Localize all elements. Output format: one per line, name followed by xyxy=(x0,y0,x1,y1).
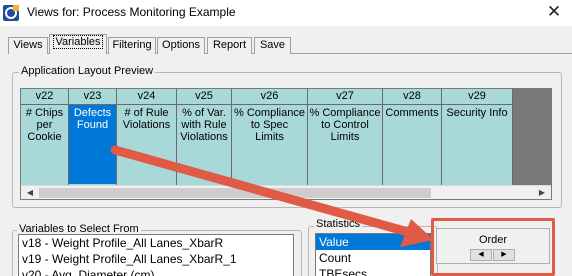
column-label-line: Violations xyxy=(180,131,228,143)
window-title: Views for: Process Monitoring Example xyxy=(27,5,236,19)
preview-empty-area xyxy=(513,89,551,185)
column-body: Defects Found xyxy=(69,105,116,184)
column-body: # of Rule Violations xyxy=(117,105,176,131)
layout-preview-label: Application Layout Preview xyxy=(19,65,156,77)
scrollbar-thumb[interactable] xyxy=(39,188,431,198)
column-body: % of Var. with Rule Violations xyxy=(177,105,231,143)
preview-horizontal-scrollbar[interactable]: ◀ ▶ xyxy=(21,185,551,199)
close-icon[interactable]: ✕ xyxy=(542,2,566,22)
tab-label: Options xyxy=(162,39,200,51)
list-item[interactable]: Count xyxy=(316,250,430,266)
column-label-line: to Spec xyxy=(250,119,289,131)
tab-filtering[interactable]: Filtering xyxy=(108,37,156,54)
column-header: v25 xyxy=(177,89,231,105)
list-item[interactable]: v19 - Weight Profile_All Lanes_XbarR_1 xyxy=(19,251,293,267)
preview-column-v25[interactable]: v25 % of Var. with Rule Violations xyxy=(177,89,232,185)
preview-column-v24[interactable]: v24 # of Rule Violations xyxy=(117,89,177,185)
column-header: v28 xyxy=(383,89,441,105)
tab-label: Report xyxy=(212,39,247,51)
tab-label: Filtering xyxy=(112,39,152,51)
statistics-list[interactable]: Value Count TBEsecs xyxy=(315,233,431,276)
preview-column-v27[interactable]: v27 % Compliance to Control Limits xyxy=(308,89,383,185)
column-header: v23 xyxy=(69,89,116,105)
column-label-line: % Compliance xyxy=(309,107,381,119)
column-label-line: with Rule xyxy=(181,119,227,131)
column-body: Comments xyxy=(383,105,441,119)
column-label-line: Violations xyxy=(122,119,171,131)
preview-column-v22[interactable]: v22 # Chips per Cookie xyxy=(21,89,69,185)
list-item[interactable]: v18 - Weight Profile_All Lanes_XbarR xyxy=(19,235,293,251)
list-item[interactable]: Value xyxy=(316,234,430,250)
preview-column-v29[interactable]: v29 Security Info xyxy=(442,89,513,185)
column-label-line: # of Rule xyxy=(124,107,169,119)
column-label-line: per xyxy=(36,119,53,131)
column-label-line: Security Info xyxy=(446,107,508,119)
column-header: v24 xyxy=(117,89,176,105)
column-label-line: # Chips xyxy=(25,107,64,119)
column-label-line: % Compliance xyxy=(234,107,305,119)
column-label-line: Limits xyxy=(255,131,284,143)
tab-variables[interactable]: Variables xyxy=(49,34,107,54)
column-body: Security Info xyxy=(442,105,512,119)
column-header: v22 xyxy=(21,89,68,105)
list-item[interactable]: v20 - Avg. Diameter (cm) xyxy=(19,267,293,276)
scroll-right-arrow-icon[interactable]: ▶ xyxy=(535,186,549,199)
column-body: # Chips per Cookie xyxy=(21,105,68,143)
tab-save[interactable]: Save xyxy=(254,37,291,54)
preview-column-v23[interactable]: v23 Defects Found xyxy=(69,89,117,185)
preview-column-v28[interactable]: v28 Comments xyxy=(383,89,442,185)
tab-label: Variables xyxy=(53,35,103,49)
tab-report[interactable]: Report xyxy=(207,37,252,54)
tab-label: Views xyxy=(13,39,43,51)
column-label-line: Found xyxy=(76,119,109,131)
column-label-line: Limits xyxy=(330,131,360,143)
app-logo-icon xyxy=(3,5,19,21)
layout-preview-grid: v22 # Chips per Cookie v23 Defects Found… xyxy=(20,88,552,200)
preview-column-v26[interactable]: v26 % Compliance to Spec Limits xyxy=(232,89,308,185)
column-body: % Compliance to Control Limits xyxy=(308,105,382,143)
column-header: v29 xyxy=(442,89,512,105)
column-body: % Compliance to Spec Limits xyxy=(232,105,307,143)
column-header: v27 xyxy=(308,89,382,105)
scroll-left-arrow-icon[interactable]: ◀ xyxy=(23,186,37,199)
column-label-line: to Control xyxy=(321,119,369,131)
column-label-line: % of Var. xyxy=(182,107,226,119)
tab-label: Save xyxy=(259,39,286,51)
statistics-group-label: Statistics xyxy=(314,218,363,230)
annotation-highlight-box xyxy=(431,218,555,276)
column-label-line: Comments xyxy=(385,107,439,119)
column-label-line: Defects xyxy=(73,107,112,119)
column-label-line: Cookie xyxy=(27,131,62,143)
column-header: v26 xyxy=(232,89,307,105)
list-item[interactable]: TBEsecs xyxy=(316,266,430,276)
title-bar: Views for: Process Monitoring Example ✕ xyxy=(0,0,572,26)
variables-list[interactable]: v18 - Weight Profile_All Lanes_XbarR v19… xyxy=(18,234,294,276)
tab-views[interactable]: Views xyxy=(8,37,48,54)
tab-options[interactable]: Options xyxy=(157,37,205,54)
